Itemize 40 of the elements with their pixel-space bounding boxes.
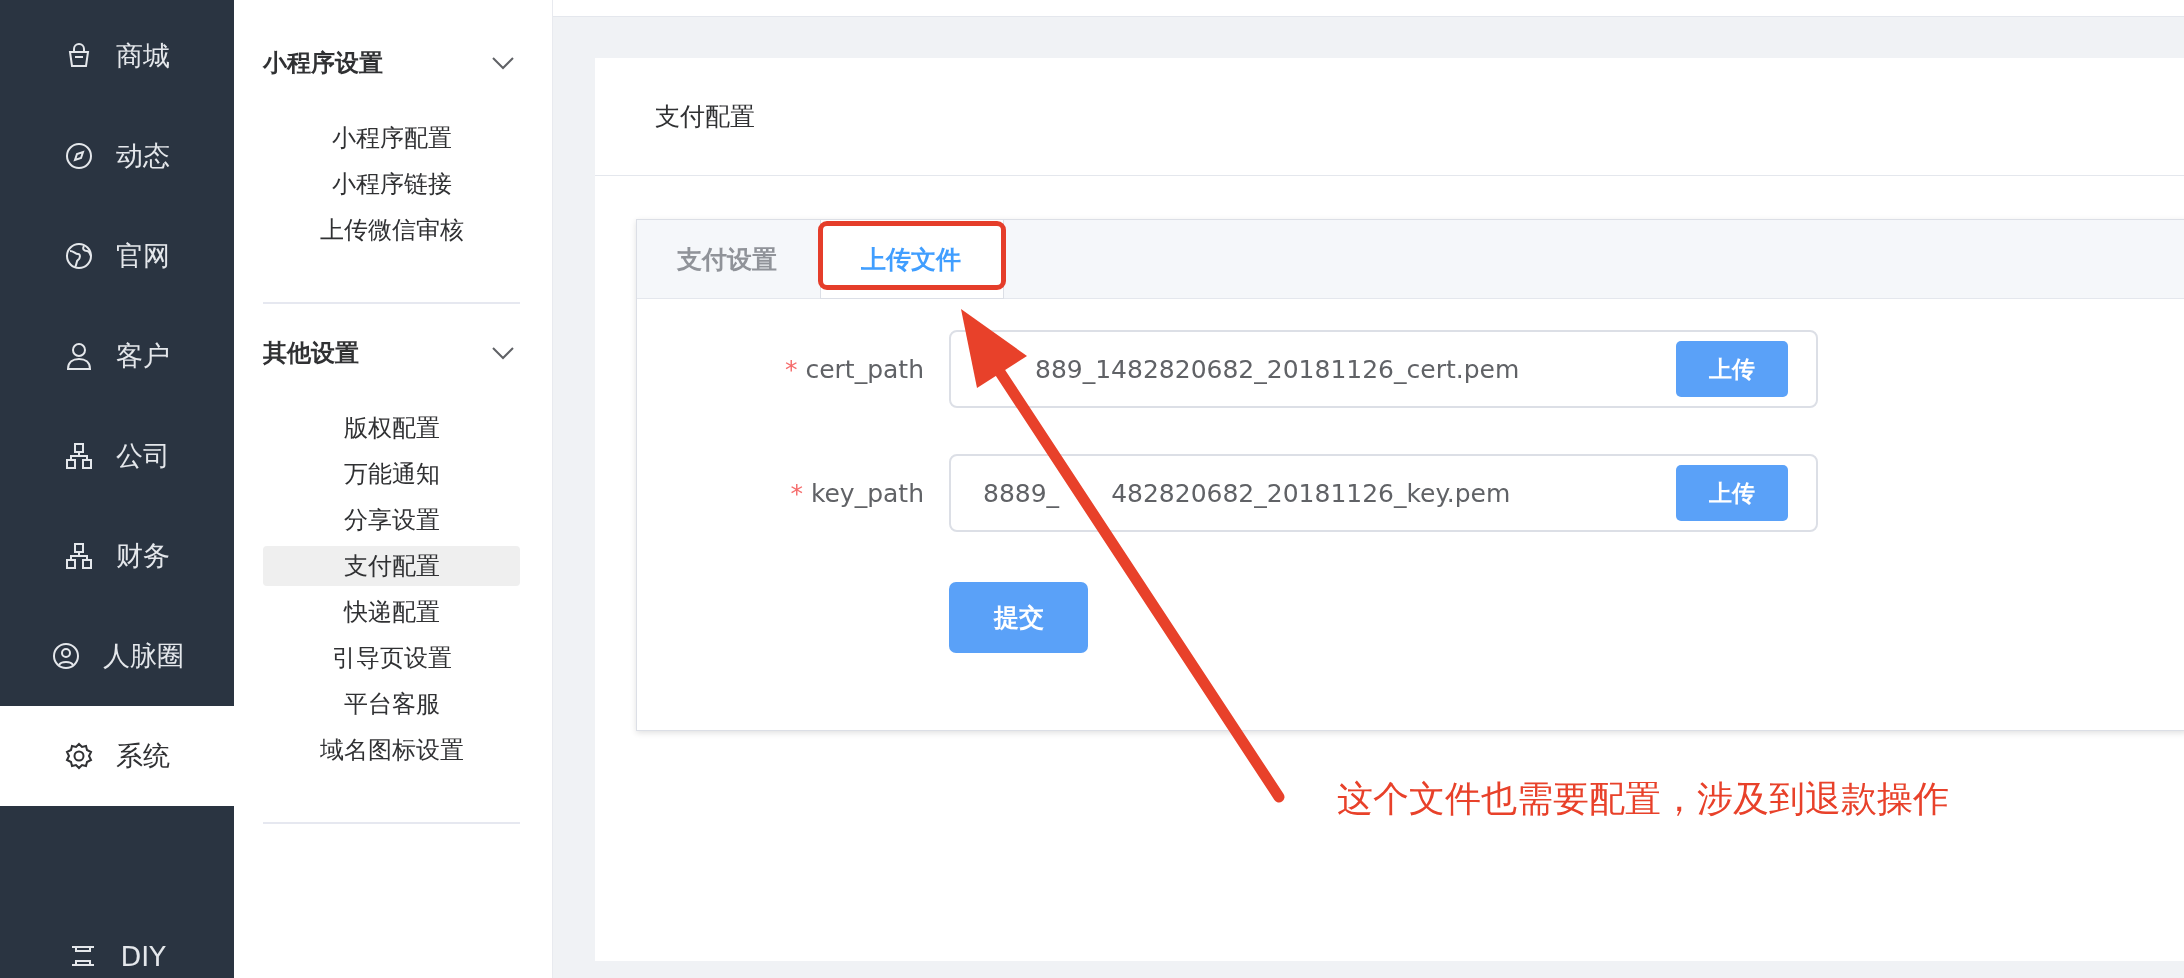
required-mark: * xyxy=(784,354,798,384)
group-header[interactable]: 小程序设置 xyxy=(263,34,520,92)
nav-item[interactable]: 动态 xyxy=(0,106,234,206)
field-text: 8889_ xyxy=(983,478,1060,508)
group-title: 其他设置 xyxy=(263,338,359,369)
nav-item[interactable]: 人脉圈 xyxy=(0,606,234,706)
nav-item[interactable]: 客户 xyxy=(0,306,234,406)
required-mark: * xyxy=(790,478,803,508)
submenu-item[interactable]: 万能通知 xyxy=(263,454,520,494)
submenu-item[interactable]: 平台客服 xyxy=(263,684,520,724)
group-title: 小程序设置 xyxy=(263,48,383,79)
submenu-item[interactable]: 分享设置 xyxy=(263,500,520,540)
field-text: 482820682_20181126_key.pem xyxy=(1111,478,1511,508)
field-label: cert_path xyxy=(805,354,924,384)
submenu-item[interactable]: 引导页设置 xyxy=(263,638,520,678)
nav-item[interactable]: 公司 xyxy=(0,406,234,506)
submenu-item[interactable]: 支付配置 xyxy=(263,546,520,586)
nav-item[interactable]: 商城 xyxy=(0,6,234,106)
nav-item[interactable]: 财务 xyxy=(0,506,234,606)
field-label: key_path xyxy=(810,478,924,508)
annotation-text: 这个文件也需要配置，涉及到退款操作 xyxy=(1337,777,1949,821)
settings-icon xyxy=(64,741,94,771)
submenu-item[interactable]: 上传微信审核 xyxy=(263,210,520,250)
org-chart-icon xyxy=(64,441,94,471)
submenu-item[interactable]: 版权配置 xyxy=(263,408,520,448)
org-chart-icon xyxy=(64,541,94,571)
nav-item[interactable]: 官网 xyxy=(0,206,234,306)
submenu-item[interactable]: 小程序链接 xyxy=(263,164,520,204)
submenu-item[interactable]: 小程序配置 xyxy=(263,118,520,158)
submenu-item[interactable]: 快递配置 xyxy=(263,592,520,632)
user-circle-icon xyxy=(50,641,81,671)
nav-item[interactable]: 系统 xyxy=(0,706,234,806)
field-text: 889_1482820682_20181126_cert.pem xyxy=(1035,354,1520,384)
user-icon xyxy=(64,341,94,371)
compass-icon xyxy=(64,141,94,171)
nav-item[interactable]: DIY xyxy=(0,906,234,978)
group-header[interactable]: 其他设置 xyxy=(263,324,520,382)
submenu-item[interactable]: 域名图标设置 xyxy=(263,730,520,770)
card-title: 支付配置 xyxy=(655,101,755,133)
globe-icon xyxy=(64,241,94,271)
